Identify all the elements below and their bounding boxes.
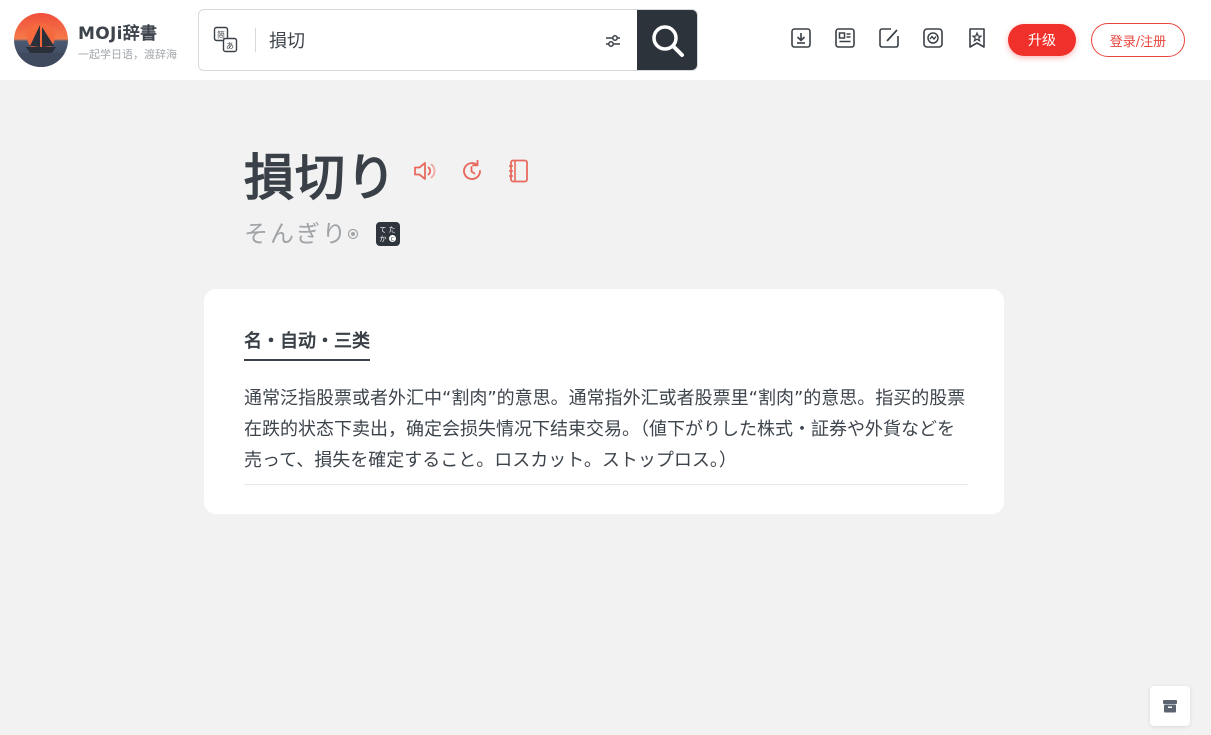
logo-icon <box>14 13 68 67</box>
svg-text:か: か <box>380 235 387 243</box>
box-icon <box>1163 700 1177 713</box>
bookmark-icon[interactable] <box>965 26 989 50</box>
upgrade-button[interactable]: 升级 <box>1008 24 1076 56</box>
language-switch-icon[interactable]: 简 あ <box>213 26 239 54</box>
search-icon <box>651 24 684 57</box>
logo[interactable]: MOJi辞書 一起学日语，渡辞海 <box>14 13 194 67</box>
refresh-icon[interactable] <box>459 158 485 184</box>
logo-title: MOJi辞書 <box>78 23 158 44</box>
stats-icon[interactable] <box>921 26 945 50</box>
svg-text:あ: あ <box>226 42 234 51</box>
top-header: MOJi辞書 一起学日语，渡辞海 简 あ 損切 升级 登录/注册 <box>0 0 1211 80</box>
kana-conjugation-icon[interactable]: て た か C <box>376 222 400 246</box>
search-divider <box>255 28 256 52</box>
svg-text:C: C <box>391 237 395 243</box>
filter-icon[interactable] <box>603 31 623 51</box>
speaker-icon[interactable] <box>412 158 438 184</box>
search-bar: 简 あ <box>198 9 698 71</box>
logo-subtitle: 一起学日语，渡辞海 <box>78 47 177 61</box>
entry-word: 損切り <box>244 149 397 207</box>
search-input[interactable] <box>269 24 589 56</box>
floating-box-button[interactable] <box>1150 686 1190 726</box>
definition-text: 通常泛指股票或者外汇中“割肉”的意思。通常指外汇或者股票里“割肉”的意思。指买的… <box>244 383 968 485</box>
pitch-accent-icon <box>347 225 359 240</box>
entry-reading: そんぎり <box>244 220 348 248</box>
card-icon[interactable] <box>833 26 857 50</box>
login-register-button[interactable]: 登录/注册 <box>1091 23 1185 57</box>
part-of-speech: 名・自动・三类 <box>244 327 370 361</box>
search-button[interactable] <box>637 10 697 70</box>
svg-text:て: て <box>380 226 387 234</box>
edit-icon[interactable] <box>877 26 901 50</box>
notebook-icon[interactable] <box>506 158 532 184</box>
svg-text:た: た <box>389 226 396 234</box>
definition-card: 名・自动・三类 通常泛指股票或者外汇中“割肉”的意思。通常指外汇或者股票里“割肉… <box>204 289 1004 514</box>
download-icon[interactable] <box>789 26 813 50</box>
svg-text:简: 简 <box>217 30 225 40</box>
